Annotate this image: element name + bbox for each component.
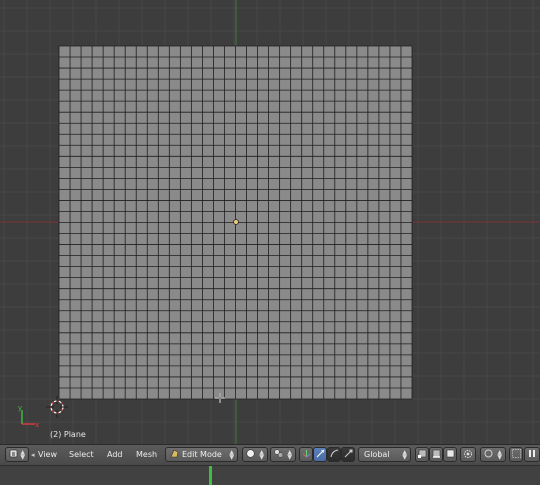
magnet-icon: [511, 449, 521, 460]
chevron-updown-icon: ▲ ▼: [497, 448, 502, 461]
scale-manipulator-button[interactable]: [341, 447, 355, 462]
vertex-select-button[interactable]: [415, 447, 429, 462]
proportional-editing-dropdown[interactable]: ▲ ▼: [480, 447, 506, 462]
transform-orientation-dropdown[interactable]: Global ▲ ▼: [358, 447, 411, 462]
chevron-updown-icon: ▲ ▼: [259, 448, 264, 461]
mode-dropdown[interactable]: Edit Mode ▲ ▼: [165, 447, 238, 462]
mode-value: Edit Mode: [182, 450, 222, 459]
solid-shading-icon: [246, 449, 255, 460]
menu-select[interactable]: Select: [69, 450, 94, 459]
translate-arrow-icon: [316, 449, 325, 460]
snap-element-dropdown[interactable]: [524, 447, 540, 462]
proportional-editing-icon: [484, 449, 493, 460]
edit-mode-icon: [170, 449, 179, 460]
limit-selection-icon: [463, 449, 473, 461]
transform-orientation-value: Global: [364, 450, 390, 459]
viewport-header: ▲ ▼ ◂ View Select Add Mesh Edit Mode ▲ ▼ ▲…: [0, 444, 540, 465]
rotate-arc-icon: [330, 449, 339, 460]
pivot-point-dropdown[interactable]: ▲ ▼: [270, 447, 296, 462]
current-frame-marker: [209, 466, 212, 485]
pivot-icon: [274, 449, 284, 460]
header-collapse-icon[interactable]: ◂: [31, 451, 35, 459]
3d-view-icon: [9, 449, 18, 460]
limit-selection-button[interactable]: [460, 447, 476, 462]
edge-select-icon: [432, 449, 441, 460]
object-info-label: (2) Plane: [50, 430, 86, 439]
face-select-button[interactable]: [443, 447, 457, 462]
chevron-updown-icon: ▲ ▼: [402, 448, 407, 461]
chevron-updown-icon: ▲ ▼: [287, 448, 292, 461]
snap-element-icon: [528, 449, 537, 460]
3d-viewport[interactable]: y x (2) Plane: [0, 0, 540, 444]
face-select-icon: [446, 449, 455, 460]
timeline-strip[interactable]: [0, 465, 540, 485]
svg-text:x: x: [35, 421, 39, 429]
viewport-shading-dropdown[interactable]: ▲ ▼: [242, 447, 268, 462]
view-axes-gizmo: y x: [18, 404, 39, 429]
manipulator-icon: [302, 449, 311, 460]
edge-select-button[interactable]: [429, 447, 443, 462]
menu-mesh[interactable]: Mesh: [136, 450, 157, 459]
snap-toggle-button[interactable]: [509, 447, 523, 462]
scale-icon: [344, 449, 353, 460]
menu-add[interactable]: Add: [107, 450, 123, 459]
manipulator-toggle-button[interactable]: [299, 447, 313, 462]
chevron-updown-icon: ▲ ▼: [20, 448, 25, 461]
rotate-manipulator-button[interactable]: [327, 447, 341, 462]
editor-type-button[interactable]: ▲ ▼: [5, 447, 29, 462]
translate-manipulator-button[interactable]: [313, 447, 327, 462]
object-origin-dot: [233, 219, 239, 225]
svg-text:y: y: [18, 404, 22, 412]
viewport-canvas[interactable]: y x: [0, 0, 540, 444]
object-name-text: (2) Plane: [50, 430, 86, 439]
vertex-select-icon: [417, 449, 427, 460]
menu-view[interactable]: View: [38, 450, 57, 459]
chevron-updown-icon: ▲ ▼: [229, 448, 234, 461]
